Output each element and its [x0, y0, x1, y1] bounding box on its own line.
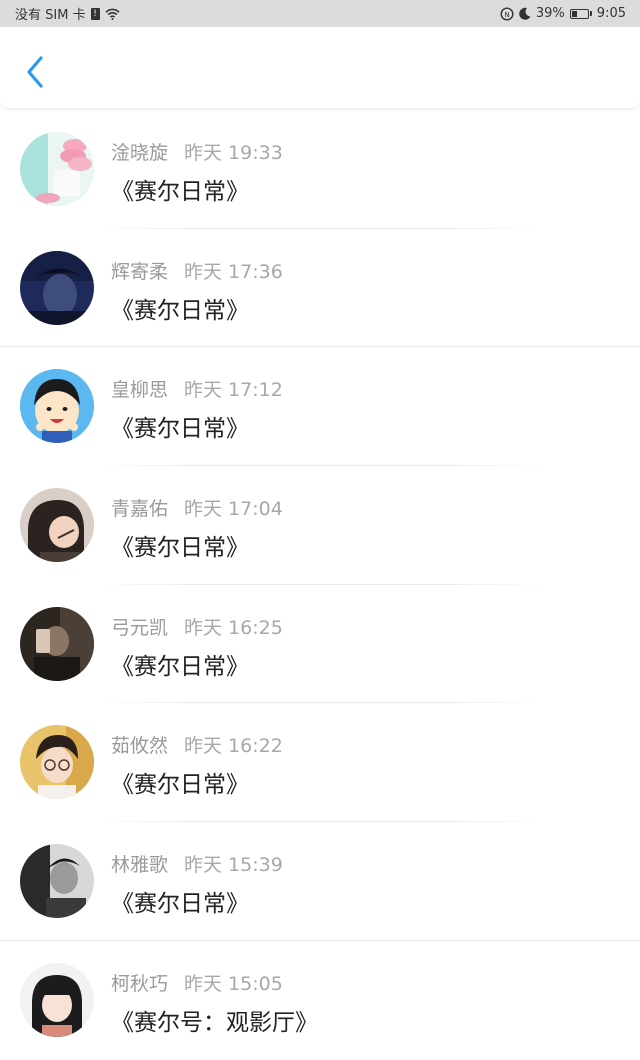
comment-time: 昨天 16:22	[184, 735, 283, 758]
avatar[interactable]	[20, 606, 94, 681]
list-item[interactable]: 茹攸然 昨天 16:22 《赛尔日常》	[0, 703, 640, 823]
carrier-label: 没有 SIM 卡	[15, 8, 86, 23]
comment-meta: 柯秋巧 昨天 15:05	[111, 969, 283, 996]
comment-list: 淦晓旋昨天 19:33 《赛尔日常》 辉寄柔昨天 17:36 《赛尔日常》	[0, 110, 640, 1060]
comment-meta: 皇柳思 昨天 17:12	[111, 375, 283, 402]
clock: 9:05	[596, 6, 626, 21]
status-right: N 39% 9:05	[500, 6, 626, 21]
comment-title[interactable]: 《赛尔日常》	[111, 765, 249, 799]
comment-title[interactable]: 《赛尔日常》	[111, 528, 249, 562]
comment-time: 昨天 19:33	[184, 142, 283, 164]
user-name[interactable]: 淦晓旋	[111, 142, 168, 164]
user-name[interactable]: 辉寄柔	[111, 261, 168, 283]
wifi-icon	[105, 8, 120, 20]
user-name[interactable]: 青嘉佑	[111, 498, 168, 520]
user-name[interactable]: 皇柳思	[111, 379, 168, 401]
list-item[interactable]: 青嘉佑 昨天 17:04 《赛尔日常》	[0, 466, 640, 585]
user-name[interactable]: 林雅歌	[111, 854, 168, 876]
list-item[interactable]: 辉寄柔 昨天 17:36 《赛尔日常》	[0, 229, 640, 348]
svg-text:N: N	[504, 11, 509, 19]
comment-title[interactable]: 《赛尔日常》	[111, 172, 249, 206]
comment-meta: 淦晓旋 昨天 19:33	[111, 138, 283, 165]
status-bar: 没有 SIM 卡 ! N 39% 9:05	[0, 0, 640, 27]
comment-meta: 辉寄柔 昨天 17:36	[111, 257, 283, 284]
list-item[interactable]: 柯秋巧 昨天 15:05 《赛尔号：观影厅》	[0, 941, 640, 1060]
top-nav-bar	[0, 27, 640, 109]
no-sim-icon: !	[90, 7, 100, 20]
comment-time: 昨天 15:05	[184, 972, 283, 995]
user-name[interactable]: 弓元凯	[111, 617, 168, 639]
user-name[interactable]: 茹攸然	[111, 735, 168, 757]
comment-title[interactable]: 《赛尔日常》	[111, 884, 249, 918]
battery-percent: 39%	[535, 6, 565, 21]
chevron-left-icon	[27, 56, 43, 88]
comment-title[interactable]: 《赛尔日常》	[111, 409, 249, 443]
comment-time: 昨天 17:12	[184, 379, 283, 402]
comment-title[interactable]: 《赛尔日常》	[111, 291, 249, 325]
avatar[interactable]	[20, 250, 94, 325]
comment-meta: 青嘉佑 昨天 17:04	[111, 494, 283, 521]
comment-time: 昨天 17:36	[184, 260, 283, 283]
nfc-icon: N	[500, 6, 514, 21]
moon-icon	[519, 7, 531, 20]
list-item[interactable]: 皇柳思 昨天 17:12 《赛尔日常》	[0, 347, 640, 467]
comment-meta: 林雅歌 昨天 15:39	[111, 850, 283, 877]
comment-title[interactable]: 《赛尔日常》	[111, 647, 249, 681]
list-item[interactable]: 淦晓旋 昨天 19:33 《赛尔日常》	[0, 110, 640, 229]
avatar[interactable]	[20, 725, 94, 800]
comment-time: 昨天 17:04	[184, 498, 283, 521]
comment-title[interactable]: 《赛尔号：观影厅》	[111, 1003, 318, 1037]
avatar[interactable]	[20, 369, 94, 444]
status-left: 没有 SIM 卡 !	[15, 4, 120, 23]
comment-meta: 弓元凯 昨天 16:25	[111, 613, 283, 640]
avatar[interactable]	[20, 488, 94, 563]
avatar[interactable]	[20, 962, 94, 1037]
avatar[interactable]	[20, 844, 94, 919]
list-item[interactable]: 林雅歌 昨天 15:39 《赛尔日常》	[0, 822, 640, 941]
comment-time: 昨天 15:39	[184, 854, 283, 877]
back-button[interactable]	[18, 53, 52, 91]
avatar[interactable]	[20, 132, 94, 206]
user-name[interactable]: 柯秋巧	[111, 973, 168, 995]
battery-icon	[569, 8, 592, 19]
list-item[interactable]: 弓元凯 昨天 16:25 《赛尔日常》	[0, 585, 640, 704]
comment-meta: 茹攸然 昨天 16:22	[111, 731, 283, 758]
comment-time: 昨天 16:25	[184, 616, 283, 639]
